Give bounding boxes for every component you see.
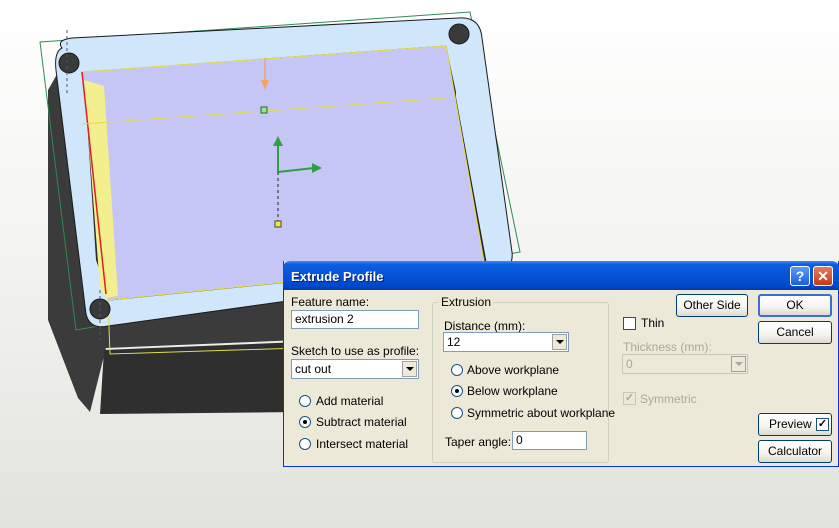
calculator-button[interactable]: Calculator [758,440,832,463]
taper-angle-label: Taper angle: [445,435,512,449]
sketch-profile-label: Sketch to use as profile: [291,344,420,358]
subtract-material-radio[interactable] [299,416,311,428]
thickness-input: 0 [622,354,748,374]
symmetric-label: Symmetric [640,392,697,406]
add-material-label[interactable]: Add material [316,394,383,408]
ok-button[interactable]: OK [758,294,832,317]
symmetric-workplane-radio[interactable] [451,407,463,419]
below-workplane-radio[interactable] [451,385,463,397]
help-icon[interactable]: ? [790,266,810,286]
distance-label: Distance (mm): [444,319,526,333]
sketch-profile-value: cut out [295,362,332,376]
sketch-profile-select[interactable]: cut out [291,359,419,379]
thickness-value: 0 [626,357,633,371]
symmetric-workplane-label[interactable]: Symmetric about workplane [467,406,615,420]
mount-hole-tl [58,52,80,74]
feature-name-label: Feature name: [291,295,370,309]
thickness-dropdown-icon [731,356,746,372]
distance-value: 12 [447,335,461,349]
cancel-button[interactable]: Cancel [758,321,832,344]
dropdown-arrow-icon[interactable] [402,361,417,377]
thin-label[interactable]: Thin [641,316,664,330]
extrude-profile-dialog: Extrude Profile ? ✕ Feature name: extrus… [283,261,839,467]
thickness-label: Thickness (mm): [623,340,712,354]
taper-angle-field[interactable]: 0 [512,431,587,450]
add-material-radio[interactable] [299,395,311,407]
distance-dropdown-icon[interactable] [552,334,567,350]
intersect-material-label[interactable]: Intersect material [316,437,408,451]
dialog-titlebar[interactable]: Extrude Profile ? ✕ [283,261,839,290]
extrusion-group-title: Extrusion [439,295,494,309]
close-icon[interactable]: ✕ [813,266,833,286]
symmetric-checkbox: ✓ [623,392,636,405]
distance-input[interactable]: 12 [443,332,569,352]
mount-hole-tr [448,23,470,45]
subtract-material-label[interactable]: Subtract material [316,415,407,429]
sketch-handle-mid[interactable] [260,106,268,114]
thin-checkbox[interactable] [623,317,636,330]
preview-label: Preview [769,417,812,431]
above-workplane-radio[interactable] [451,364,463,376]
dialog-title: Extrude Profile [291,269,384,284]
other-side-button[interactable]: Other Side [676,294,748,317]
above-workplane-label[interactable]: Above workplane [467,363,559,377]
intersect-material-radio[interactable] [299,438,311,450]
below-workplane-label[interactable]: Below workplane [467,384,558,398]
preview-checkbox[interactable]: ✓ [816,418,829,431]
feature-name-field[interactable]: extrusion 2 [291,310,419,329]
enclosure-front-face [100,342,300,414]
